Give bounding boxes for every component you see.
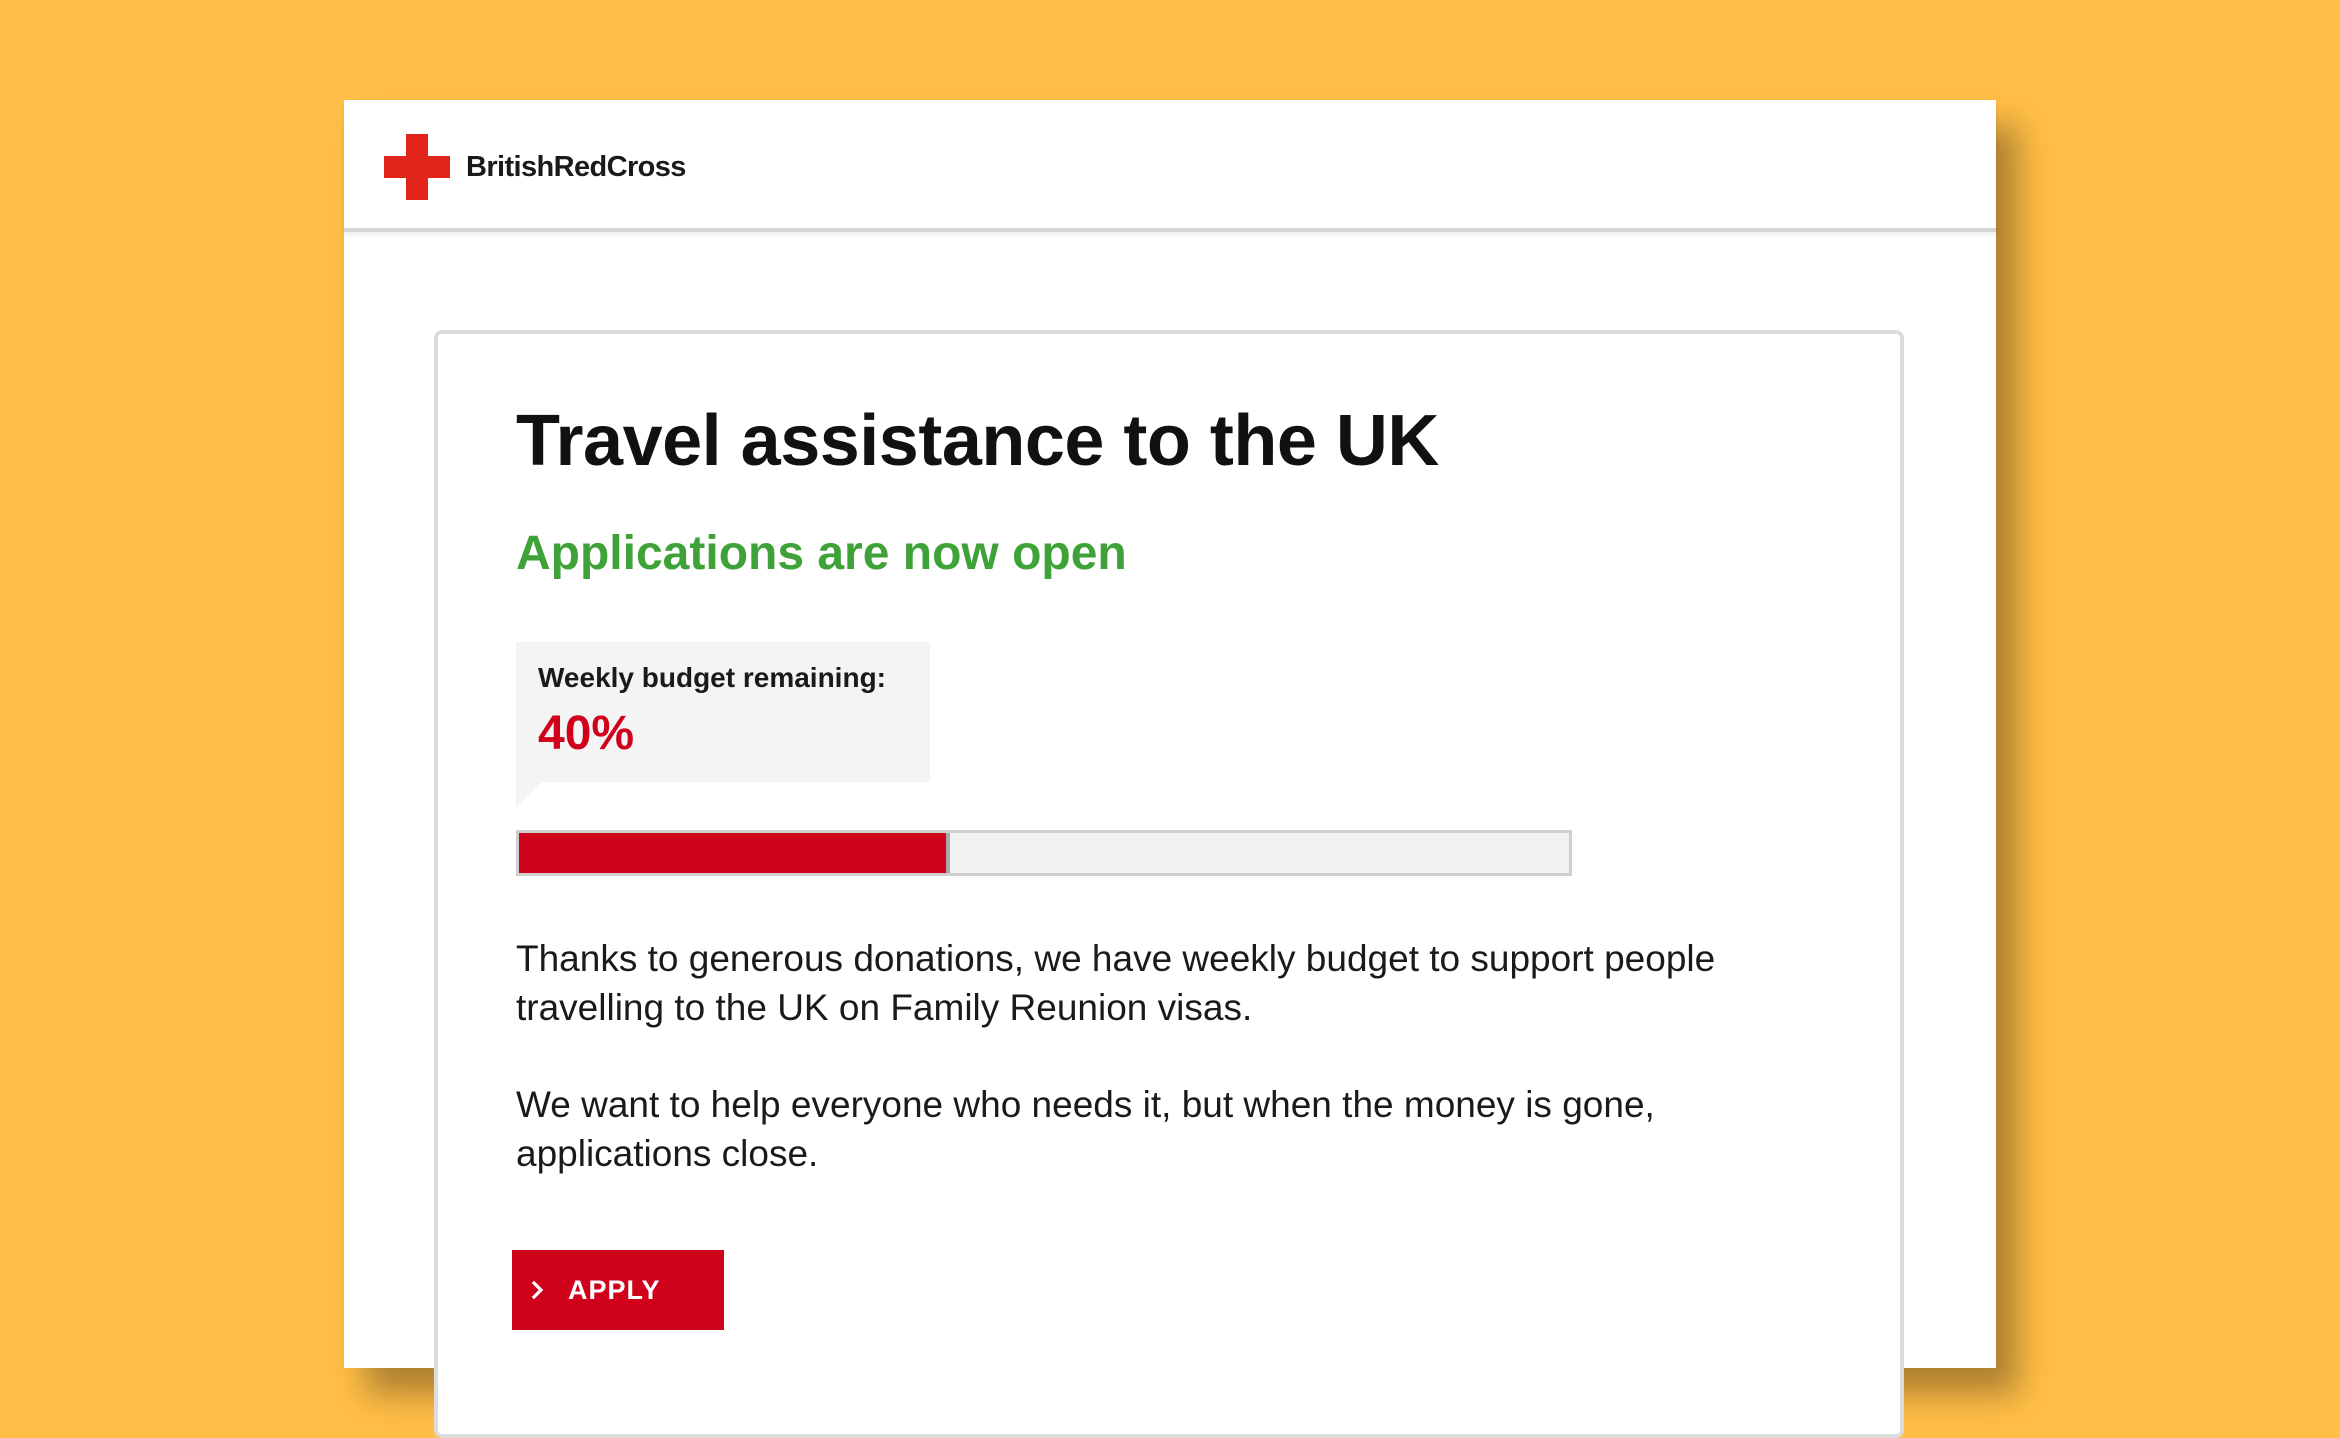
budget-callout: Weekly budget remaining: 40% — [516, 642, 930, 808]
closing-paragraph: We want to help everyone who needs it, b… — [516, 1084, 1655, 1174]
apply-button[interactable]: APPLY — [512, 1250, 724, 1330]
red-cross-icon — [384, 134, 450, 200]
british-red-cross-logo[interactable]: BritishRedCross — [384, 134, 686, 200]
budget-label: Weekly budget remaining: — [538, 662, 886, 693]
site-header: BritishRedCross — [344, 100, 1996, 232]
page-title: Travel assistance to the UK — [516, 401, 1439, 481]
travel-assistance-card: Travel assistance to the UK Applications… — [434, 330, 1904, 1438]
budget-progress-bar — [516, 830, 1572, 876]
budget-progress-fill — [519, 833, 950, 873]
chevron-right-icon — [531, 1280, 544, 1300]
page-frame: BritishRedCross Travel assistance to the… — [344, 100, 1996, 1438]
budget-percentage: 40% — [538, 707, 635, 760]
logo-text: BritishRedCross — [466, 150, 686, 183]
apply-button-label: APPLY — [568, 1274, 661, 1305]
applications-status: Applications are now open — [516, 527, 1127, 580]
donations-paragraph: Thanks to generous donations, we have we… — [516, 938, 1716, 1028]
